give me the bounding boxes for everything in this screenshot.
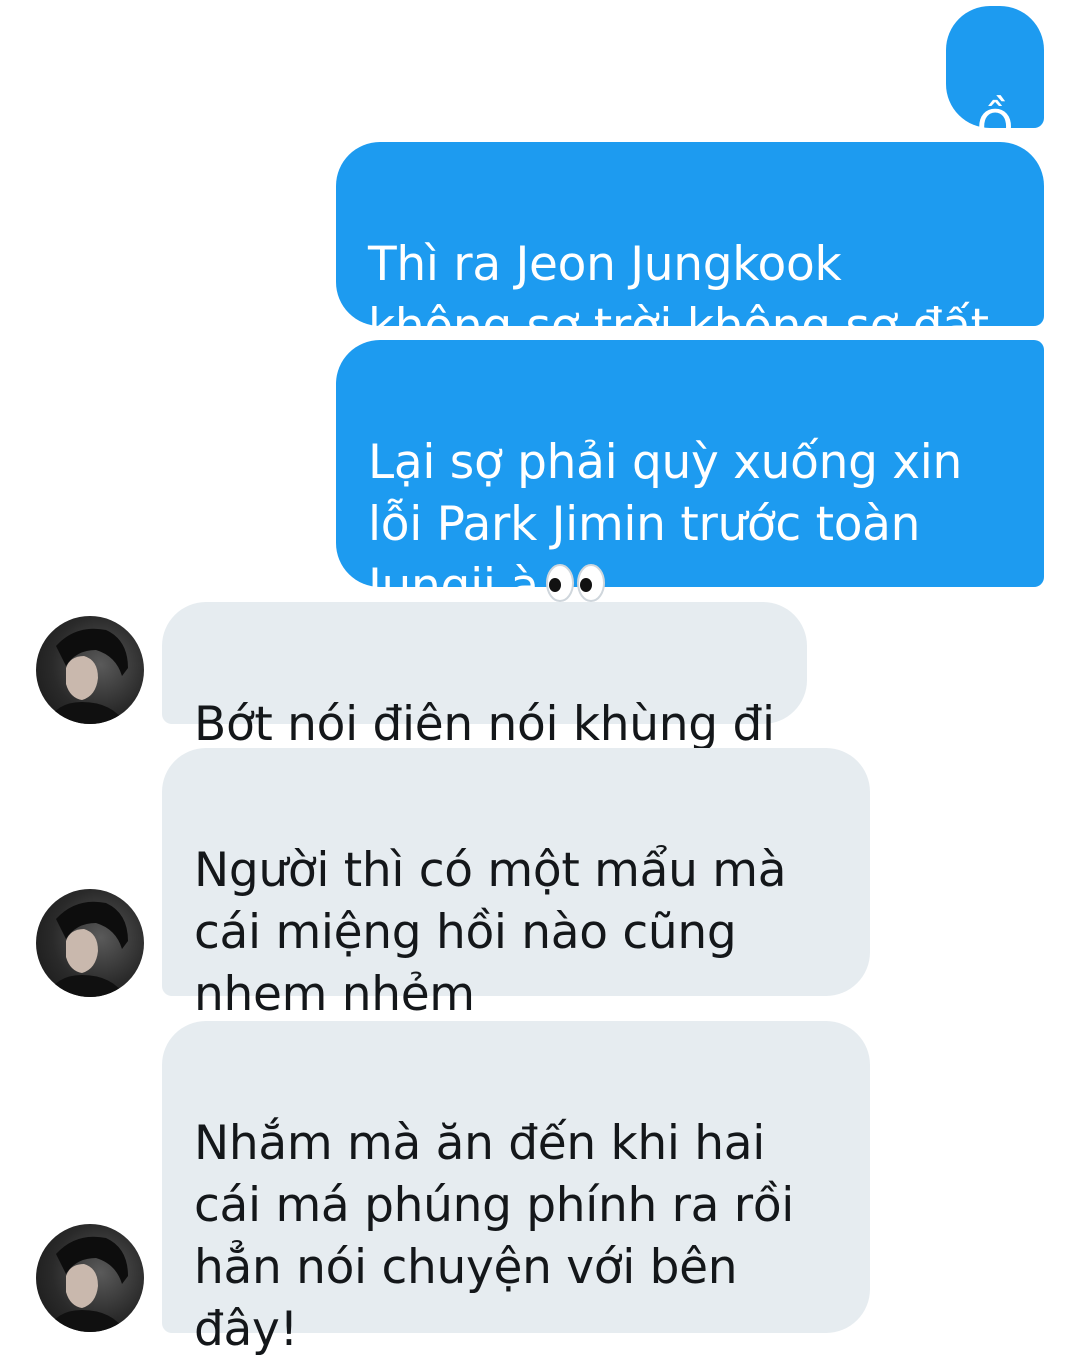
contact-avatar[interactable] bbox=[36, 889, 144, 997]
received-message-bubble[interactable]: Bớt nói điên nói khùng đi bbox=[162, 602, 807, 752]
message-text: Nhắm mà ăn đến khi hai cái má phúng phín… bbox=[194, 1116, 795, 1357]
message-text: Lại sợ phải quỳ xuống xin lỗi Park Jimin… bbox=[368, 435, 963, 614]
contact-avatar[interactable] bbox=[36, 1224, 144, 1332]
message-text: Thì ra Jeon Jungkook không sợ trời không… bbox=[368, 237, 989, 354]
sent-message-bubble[interactable]: Lại sợ phải quỳ xuống xin lỗi Park Jimin… bbox=[336, 340, 1044, 614]
received-message-bubble[interactable]: Nhắm mà ăn đến khi hai cái má phúng phín… bbox=[162, 1021, 870, 1357]
sent-message-bubble[interactable]: Thì ra Jeon Jungkook không sợ trời không… bbox=[336, 142, 1044, 354]
message-text: Bớt nói điên nói khùng đi bbox=[194, 697, 775, 752]
received-message-bubble[interactable]: Người thì có một mẩu mà cái miệng hồi nà… bbox=[162, 748, 870, 1022]
message-text: Người thì có một mẩu mà cái miệng hồi nà… bbox=[194, 843, 787, 1022]
contact-avatar[interactable] bbox=[36, 616, 144, 724]
sent-message-bubble[interactable]: Ồ bbox=[946, 6, 1044, 156]
